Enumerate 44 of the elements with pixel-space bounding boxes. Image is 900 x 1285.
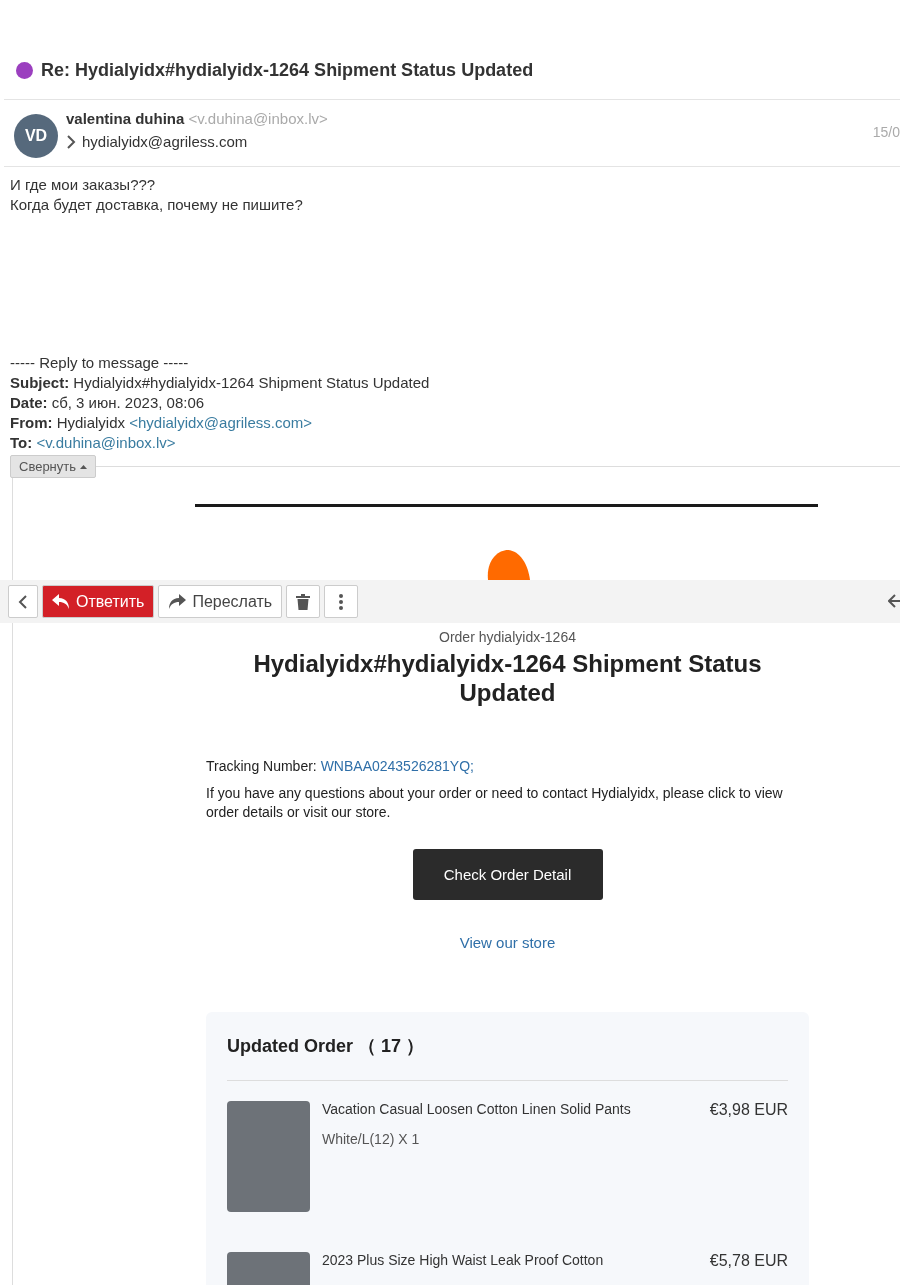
quote-field: Date: сб, 3 июн. 2023, 08:06 — [10, 393, 890, 413]
arrow-left-icon[interactable] — [888, 594, 900, 608]
tracking-link[interactable]: WNBAA0243526281YQ; — [320, 758, 474, 774]
email-link[interactable]: <hydialyidx@agriless.com> — [129, 414, 312, 431]
message-text: Когда будет доставка, почему не пишите? — [10, 195, 304, 215]
more-icon — [339, 593, 344, 610]
quote-field: From: Hydialyidx <hydialyidx@agriless.com> — [10, 413, 890, 433]
sender-name: valentina duhina — [66, 110, 185, 127]
check-order-button[interactable]: Check Order Detail — [412, 849, 603, 900]
email-heading: Hydialyidx#hydialyidx-1264 Shipment Status Updated — [252, 649, 763, 707]
message-date: 15/0 — [872, 124, 900, 140]
back-icon — [18, 594, 28, 609]
product-variant: White/L(12) X 1 — [322, 1131, 421, 1147]
info-text: If you have any questions about your order or need to contact Hydialyidx, please click to view order details or visit our store. — [206, 784, 784, 822]
sender-email: <v.duhina@inbox.lv> — [188, 110, 328, 127]
product-price: €3,98 EUR — [709, 1101, 788, 1120]
product-name: 2023 Plus Size High Waist Leak Proof Cotton — [322, 1252, 605, 1268]
recipient-email: hydialyidx@agriless.com — [82, 133, 248, 150]
forward-button[interactable]: Переслать — [158, 585, 283, 618]
forward-icon — [168, 593, 187, 610]
order-label: Order hydialyidx-1264 — [439, 629, 576, 645]
message-subject: Re: Hydialyidx#hydialyidx-1264 Shipment Status Updated — [41, 60, 534, 81]
order-title: Updated Order （ 17 ） — [227, 1034, 788, 1081]
logo-drawing — [485, 550, 530, 580]
reply-button[interactable]: Ответить — [42, 585, 155, 618]
delete-button[interactable] — [286, 585, 321, 618]
collapse-button[interactable]: Свернуть — [10, 455, 96, 478]
email-link[interactable]: <v.duhina@inbox.lv> — [36, 434, 176, 451]
message-text: И где мои заказы??? — [10, 175, 157, 195]
quote-field: Subject: Hydialyidx#hydialyidx-1264 Shipment Status Updated — [10, 373, 890, 393]
caret-icon — [80, 464, 87, 469]
quote-field: To: <v.duhina@inbox.lv> — [10, 433, 890, 453]
trash-icon — [296, 593, 311, 610]
quote-heading: ----- Reply to message ----- — [10, 353, 190, 373]
avatar: VD — [14, 114, 58, 158]
label-dot-icon — [16, 62, 33, 79]
product-name: Vacation Casual Loosen Cotton Linen Solid Pants — [322, 1101, 632, 1117]
product-price: €5,78 EUR — [709, 1252, 788, 1271]
store-link[interactable]: View our store — [459, 934, 556, 951]
back-button[interactable] — [8, 585, 38, 618]
more-button[interactable] — [324, 585, 359, 618]
reply-icon — [52, 593, 70, 610]
chevron-icon — [66, 134, 76, 149]
tracking-label: Tracking Number: — [206, 758, 317, 774]
